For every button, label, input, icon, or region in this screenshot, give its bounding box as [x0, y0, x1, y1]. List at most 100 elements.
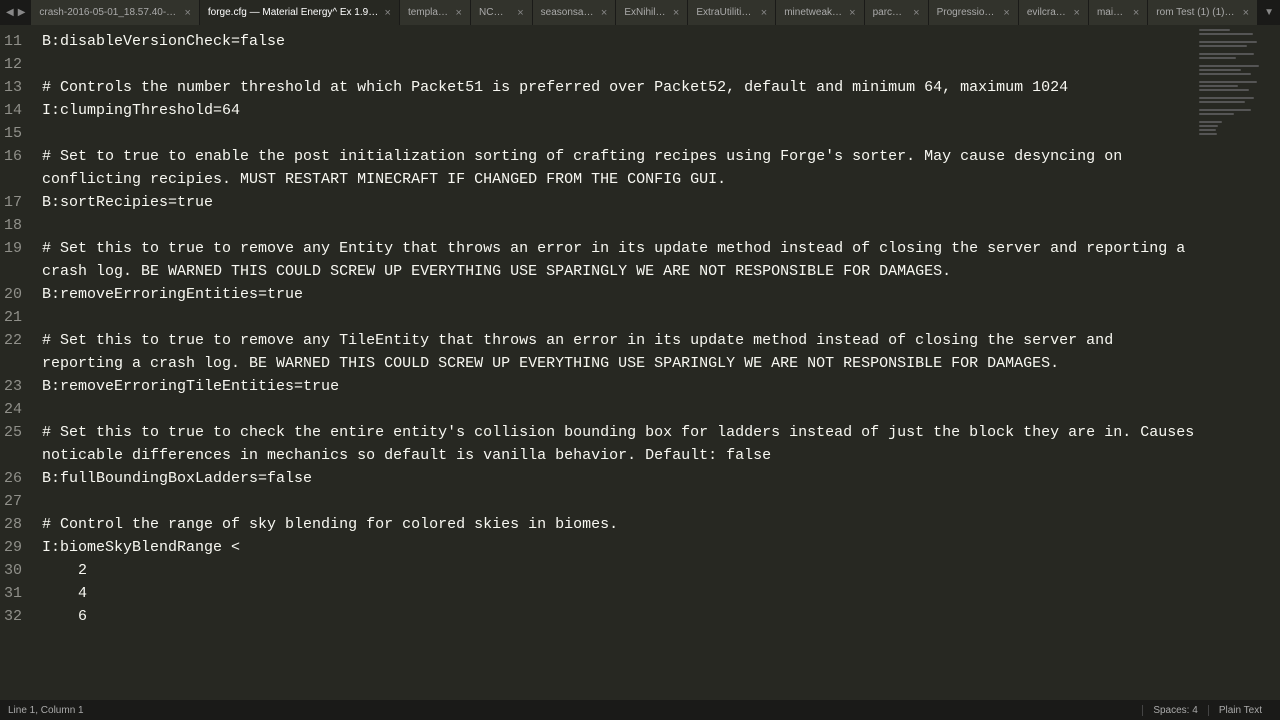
tab-label: template.txt — [408, 7, 450, 18]
tab-label: NCMT.zs — [479, 7, 511, 18]
code-line[interactable]: # Control the range of sky blending for … — [32, 513, 1195, 536]
line-number: 16 — [4, 145, 22, 191]
gutter: 1112131415161718192021222324252627282930… — [0, 25, 32, 700]
minimap[interactable] — [1195, 25, 1280, 700]
tab-label: Progression.json — [937, 7, 998, 18]
minimap-line — [1199, 73, 1251, 75]
minimap-line — [1199, 129, 1216, 131]
tab-bar: ◀ ▶ crash-2016-05-01_18.57.40-server.txt… — [0, 0, 1280, 25]
tab-11[interactable]: main.cfg × — [1089, 0, 1148, 25]
minimap-line — [1199, 69, 1241, 71]
code-line[interactable]: # Controls the number threshold at which… — [32, 76, 1195, 99]
tab-label: ExNihilo.cfg — [624, 7, 667, 18]
tab-label: seasonsapi.cfg — [541, 7, 595, 18]
close-icon[interactable]: × — [761, 7, 767, 19]
tab-label: minetweaker.log — [784, 7, 843, 18]
code-line[interactable]: 6 — [32, 605, 1195, 628]
close-icon[interactable]: × — [385, 7, 391, 19]
close-icon[interactable]: × — [601, 7, 607, 19]
code-line[interactable]: B:fullBoundingBoxLadders=false — [32, 467, 1195, 490]
code-line[interactable]: # Set this to true to remove any TileEnt… — [32, 329, 1195, 375]
code-line[interactable]: 4 — [32, 582, 1195, 605]
close-icon[interactable]: × — [184, 7, 190, 19]
code-line[interactable]: # Set this to true to remove any Entity … — [32, 237, 1195, 283]
close-icon[interactable]: × — [1003, 7, 1009, 19]
tab-nav: ◀ ▶ — [0, 0, 31, 25]
code-line[interactable]: I:clumpingThreshold=64 — [32, 99, 1195, 122]
tab-overflow-icon[interactable]: ▼ — [1258, 0, 1280, 25]
close-icon[interactable]: × — [517, 7, 523, 19]
code-line[interactable]: B:disableVersionCheck=false — [32, 30, 1195, 53]
minimap-line — [1199, 81, 1257, 83]
line-number: 23 — [4, 375, 22, 398]
line-number: 12 — [4, 53, 22, 76]
code-line[interactable] — [32, 53, 1195, 76]
status-spaces[interactable]: Spaces: 4 — [1142, 705, 1207, 716]
line-number: 21 — [4, 306, 22, 329]
minimap-line — [1199, 113, 1234, 115]
code-line[interactable]: B:removeErroringTileEntities=true — [32, 375, 1195, 398]
minimap-line — [1199, 57, 1236, 59]
status-position[interactable]: Line 1, Column 1 — [8, 705, 84, 716]
tab-2[interactable]: template.txt × — [400, 0, 471, 25]
code-line[interactable] — [32, 398, 1195, 421]
tab-label: crash-2016-05-01_18.57.40-server.txt — [39, 7, 178, 18]
line-number: 24 — [4, 398, 22, 421]
close-icon[interactable]: × — [849, 7, 855, 19]
tab-next-icon[interactable]: ▶ — [16, 7, 28, 18]
line-number: 29 — [4, 536, 22, 559]
minimap-line — [1199, 85, 1238, 87]
tab-3[interactable]: NCMT.zs × — [471, 0, 533, 25]
code-line[interactable] — [32, 122, 1195, 145]
line-number: 11 — [4, 30, 22, 53]
code-line[interactable]: # Set this to true to check the entire e… — [32, 421, 1195, 467]
tab-5[interactable]: ExNihilo.cfg × — [616, 0, 688, 25]
code-line[interactable]: I:biomeSkyBlendRange < — [32, 536, 1195, 559]
code-line[interactable]: 2 — [32, 559, 1195, 582]
line-number: 28 — [4, 513, 22, 536]
close-icon[interactable]: × — [456, 7, 462, 19]
line-number: 20 — [4, 283, 22, 306]
code-area[interactable]: B:disableVersionCheck=false # Controls t… — [32, 25, 1195, 700]
minimap-line — [1199, 53, 1254, 55]
close-icon[interactable]: × — [1243, 7, 1249, 19]
tab-7[interactable]: minetweaker.log × — [776, 0, 864, 25]
minimap-line — [1199, 109, 1251, 111]
tab-6[interactable]: ExtraUtilities.cfg × — [688, 0, 776, 25]
tab-4[interactable]: seasonsapi.cfg × — [533, 0, 617, 25]
close-icon[interactable]: × — [1133, 7, 1139, 19]
tab-12[interactable]: rom Test (1) (1)\config× — [1148, 0, 1258, 25]
line-number: 31 — [4, 582, 22, 605]
close-icon[interactable]: × — [1074, 7, 1080, 19]
tab-9[interactable]: Progression.json × — [929, 0, 1019, 25]
line-number: 19 — [4, 237, 22, 283]
minimap-line — [1199, 133, 1217, 135]
line-number: 22 — [4, 329, 22, 375]
minimap-line — [1199, 121, 1222, 123]
line-number: 13 — [4, 76, 22, 99]
code-line[interactable] — [32, 490, 1195, 513]
tab-1[interactable]: forge.cfg — Material Energy^ Ex 1.9 (2)\… — [200, 0, 400, 25]
close-icon[interactable]: × — [673, 7, 679, 19]
minimap-line — [1199, 101, 1245, 103]
line-number: 14 — [4, 99, 22, 122]
code-line[interactable]: B:sortRecipies=true — [32, 191, 1195, 214]
line-number: 15 — [4, 122, 22, 145]
tab-label: main.cfg — [1097, 7, 1127, 18]
code-line[interactable]: # Set to true to enable the post initial… — [32, 145, 1195, 191]
close-icon[interactable]: × — [913, 7, 919, 19]
code-line[interactable]: B:removeErroringEntities=true — [32, 283, 1195, 306]
minimap-line — [1199, 29, 1230, 31]
status-syntax[interactable]: Plain Text — [1208, 705, 1272, 716]
tab-10[interactable]: evilcraft.cfg× — [1019, 0, 1089, 25]
tab-label: ExtraUtilities.cfg — [696, 7, 754, 18]
tab-8[interactable]: parcel.cfg× — [865, 0, 929, 25]
code-line[interactable] — [32, 306, 1195, 329]
line-number: 18 — [4, 214, 22, 237]
tab-0[interactable]: crash-2016-05-01_18.57.40-server.txt × — [31, 0, 199, 25]
line-number: 26 — [4, 467, 22, 490]
line-number: 17 — [4, 191, 22, 214]
editor[interactable]: 1112131415161718192021222324252627282930… — [0, 25, 1195, 700]
code-line[interactable] — [32, 214, 1195, 237]
tab-prev-icon[interactable]: ◀ — [4, 7, 16, 18]
